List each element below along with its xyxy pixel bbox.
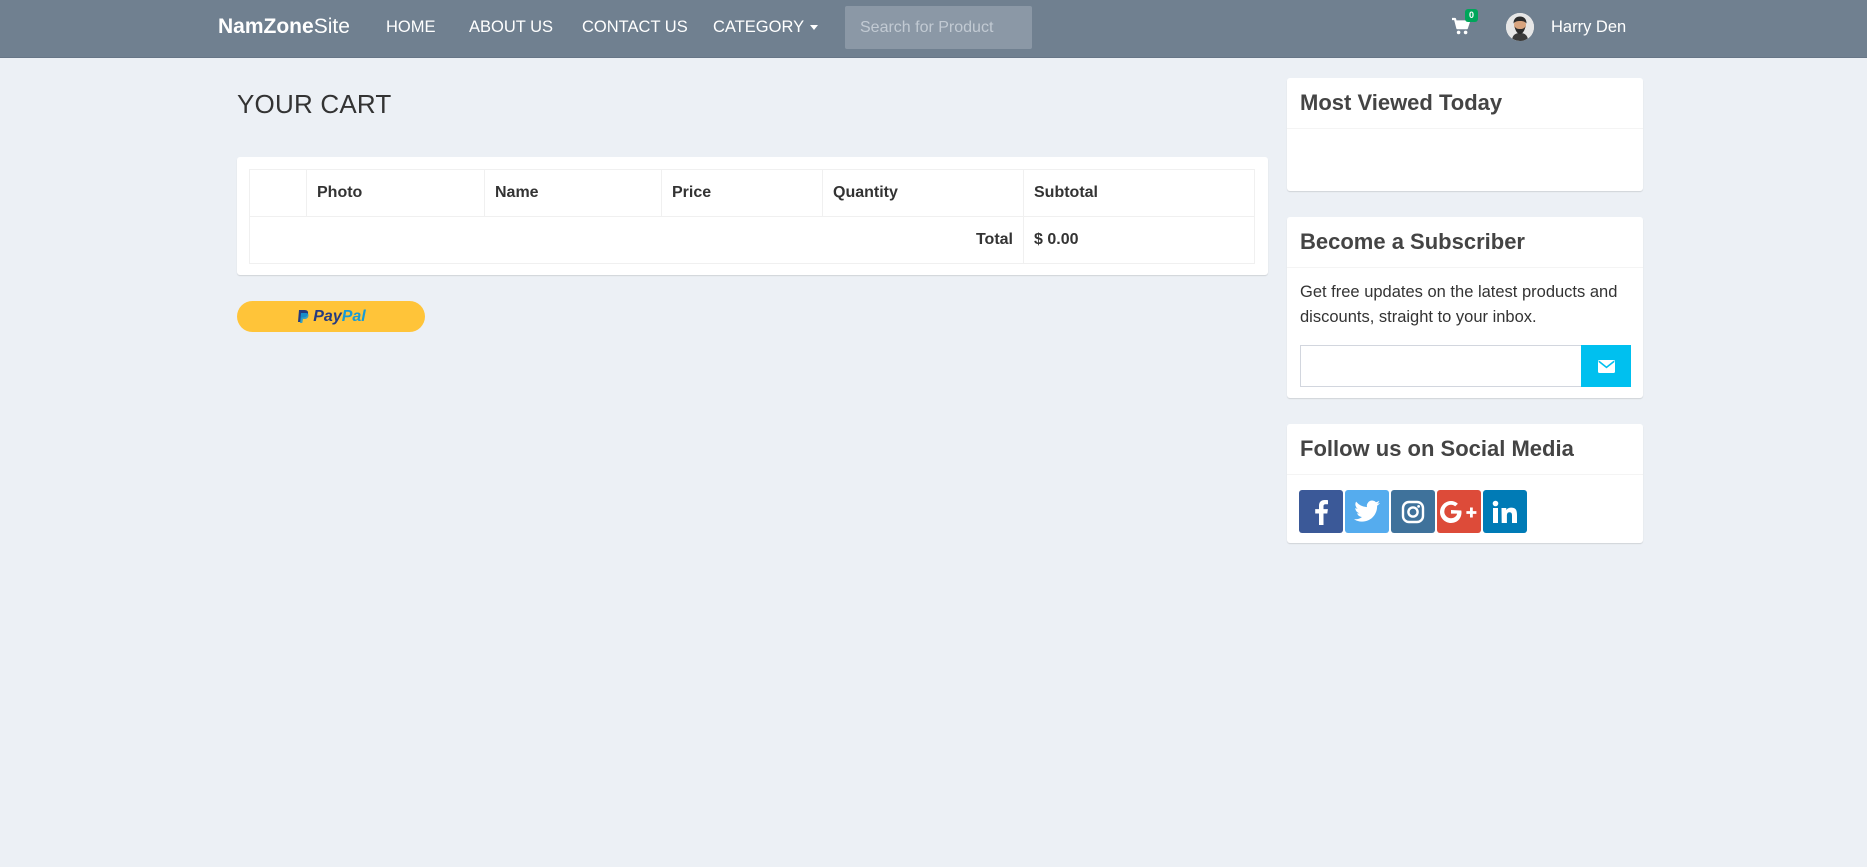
- linkedin-button[interactable]: [1483, 490, 1527, 533]
- paypal-pal-text: Pal: [341, 307, 366, 325]
- subscriber-box: Become a Subscriber Get free updates on …: [1287, 217, 1643, 398]
- linkedin-icon: [1492, 500, 1517, 523]
- table-header-row: Photo Name Price Quantity Subtotal: [249, 169, 1255, 217]
- header-price: Price: [661, 169, 823, 217]
- subscribe-button[interactable]: [1581, 345, 1631, 387]
- total-row: Total $ 0.00: [249, 216, 1255, 264]
- cart-table: Photo Name Price Quantity Subtotal Total…: [249, 169, 1255, 264]
- nav-category-dropdown[interactable]: CATEGORY: [713, 17, 819, 37]
- social-media-title: Follow us on Social Media: [1287, 424, 1643, 475]
- site-logo[interactable]: NamZoneSite: [218, 15, 350, 39]
- nav-contact-link[interactable]: CONTACT US: [582, 17, 688, 37]
- subscriber-title: Become a Subscriber: [1287, 217, 1643, 268]
- google-plus-icon: [1440, 500, 1477, 523]
- paypal-label: PayPal: [313, 308, 365, 326]
- cart-table-box: Photo Name Price Quantity Subtotal Total…: [237, 157, 1268, 275]
- search-input[interactable]: [845, 6, 1032, 49]
- brand-light: Site: [313, 15, 350, 38]
- caret-down-icon: [810, 25, 819, 31]
- user-avatar[interactable]: [1506, 13, 1534, 41]
- facebook-button[interactable]: [1299, 490, 1343, 533]
- brand-bold: NamZone: [218, 15, 314, 38]
- instagram-button[interactable]: [1391, 490, 1435, 533]
- total-label: Total: [249, 216, 1024, 264]
- subscriber-description: Get free updates on the latest products …: [1300, 283, 1618, 326]
- page-title: YOUR CART: [237, 89, 392, 119]
- top-navbar: NamZoneSite HOME ABOUT US CONTACT US CAT…: [0, 0, 1867, 58]
- twitter-button[interactable]: [1345, 490, 1389, 533]
- paypal-checkout-button[interactable]: PayPal: [237, 301, 425, 332]
- most-viewed-title: Most Viewed Today: [1287, 78, 1643, 129]
- nav-home-link[interactable]: HOME: [386, 17, 436, 37]
- header-quantity: Quantity: [822, 169, 1024, 217]
- header-select: [249, 169, 307, 217]
- subscriber-email-input[interactable]: [1300, 345, 1584, 387]
- facebook-icon: [1315, 499, 1328, 525]
- nav-category-label: CATEGORY: [713, 18, 805, 36]
- paypal-icon: [298, 309, 309, 323]
- social-media-box: Follow us on Social Media: [1287, 424, 1643, 543]
- most-viewed-box: Most Viewed Today: [1287, 78, 1643, 191]
- nav-about-link[interactable]: ABOUT US: [469, 17, 553, 37]
- total-value: $ 0.00: [1023, 216, 1255, 264]
- user-name-link[interactable]: Harry Den: [1551, 17, 1626, 37]
- cart-count-badge: 0: [1465, 9, 1478, 22]
- google-plus-button[interactable]: [1437, 490, 1481, 533]
- header-name: Name: [484, 169, 662, 217]
- instagram-icon: [1401, 500, 1425, 523]
- header-photo: Photo: [306, 169, 485, 217]
- paypal-pay-text: Pay: [313, 307, 342, 325]
- envelope-icon: [1597, 359, 1615, 373]
- twitter-icon: [1354, 500, 1380, 522]
- header-subtotal: Subtotal: [1023, 169, 1255, 217]
